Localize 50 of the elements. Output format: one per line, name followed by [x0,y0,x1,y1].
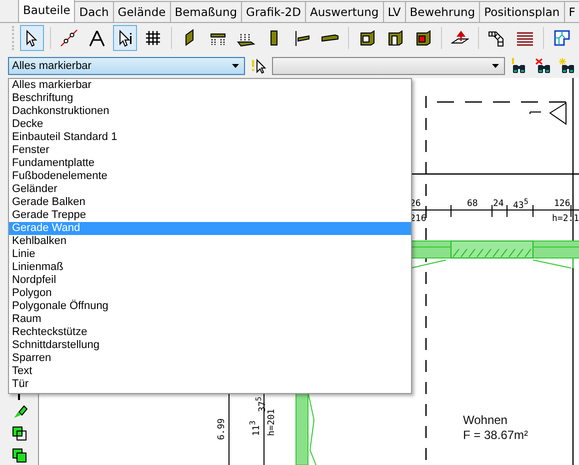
dropdown-option[interactable]: Nordpfeil [9,274,411,287]
dropdown-option[interactable]: Kehlbalken [9,235,411,248]
caret-icon [492,64,500,68]
plan-icon [553,29,571,47]
pencil-icon[interactable] [12,403,28,419]
line-icon [60,29,78,47]
dimension-label: 24 [493,199,504,209]
grid-icon [144,29,162,47]
dimension-label: 68 [467,199,478,209]
filled-squares-icon[interactable] [12,448,28,464]
dropdown-option[interactable]: Gerade Balken [9,196,411,209]
dropdown-option[interactable]: Schnittdarstellung [9,339,411,352]
tab[interactable]: Bauteile [18,0,76,22]
bend-icon [488,29,506,47]
dimension-label: 126 [554,199,570,209]
dropdown-option[interactable]: Sparren [9,352,411,365]
dropdown-option[interactable]: Linie [9,248,411,261]
dropdown-option[interactable]: Gerade Treppe [9,209,411,222]
info-select-tool-button[interactable] [113,25,137,51]
dropdown-option[interactable]: Rechteckstütze [9,326,411,339]
dropdown-option[interactable]: Beschriftung [9,92,411,105]
dropdown-option[interactable]: Fußbodenelemente [9,170,411,183]
filter-dropdown[interactable]: Alles markierbar [8,57,245,75]
dropdown-option[interactable]: Raum [9,313,411,326]
room-area: F = 38.67m² [463,428,528,443]
dimension-label: 43$^{5}$ [513,197,528,211]
caret-icon [232,64,239,68]
window-icon [358,29,376,47]
opening-icon [414,29,432,47]
dropdown-option[interactable]: Text [9,365,411,378]
compass-icon [88,29,106,47]
stair-icon [293,29,311,47]
dropdown-option[interactable]: Alles markierbar [9,79,411,92]
room-name: Wohnen [463,413,508,428]
dropdown-option[interactable]: Linienmaß [9,261,411,274]
door-icon [386,29,404,47]
dropdown-option[interactable]: Einbauteil Standard 1 [9,131,411,144]
dimension-label: 6.99 [217,418,227,440]
dropdown-option[interactable]: Tür [9,378,411,391]
overlap-squares-icon[interactable] [12,426,28,442]
dropdown-option[interactable]: Decke [9,118,411,131]
dropdown-option[interactable]: Fenster [9,144,411,157]
dropdown-option[interactable]: Geländer [9,183,411,196]
arrow-symbol [530,102,566,125]
dropdown-option[interactable]: Fundamentplatte [9,157,411,170]
dropdown-option[interactable]: Polygon [9,287,411,300]
dropdown-option[interactable]: Dachkonstruktionen [9,105,411,118]
dimension-label: h=201 [267,408,277,436]
dropdown-option[interactable]: Polygonale Öffnung [9,300,411,313]
select-tool-button[interactable] [20,25,44,51]
